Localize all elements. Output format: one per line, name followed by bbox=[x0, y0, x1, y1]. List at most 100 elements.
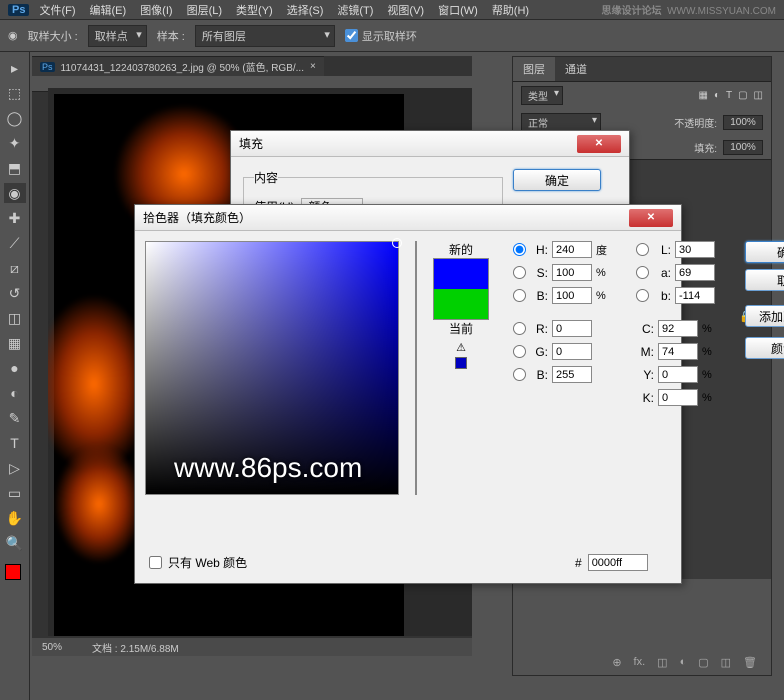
a-field[interactable] bbox=[675, 264, 715, 281]
menu-type[interactable]: 类型(Y) bbox=[236, 2, 273, 18]
menu-window[interactable]: 窗口(W) bbox=[438, 2, 478, 18]
fill-dialog-close[interactable]: ✕ bbox=[577, 135, 621, 153]
close-tab-icon[interactable]: × bbox=[310, 61, 316, 72]
group-icon[interactable]: ▢ bbox=[698, 656, 708, 669]
brush-tool[interactable]: ⟋ bbox=[4, 233, 26, 253]
web-colors-checkbox[interactable]: 只有 Web 颜色 bbox=[149, 554, 247, 571]
blur-tool[interactable]: ● bbox=[4, 358, 26, 378]
forum-name: 思缘设计论坛 bbox=[602, 6, 662, 17]
zoom-tool[interactable]: 🔍 bbox=[4, 533, 26, 553]
c-field[interactable] bbox=[658, 320, 698, 337]
gradient-tool[interactable]: ▦ bbox=[4, 333, 26, 353]
fx-icon[interactable]: fx. bbox=[634, 656, 646, 669]
h-radio[interactable] bbox=[513, 243, 526, 256]
eraser-tool[interactable]: ◫ bbox=[4, 308, 26, 328]
adjustment-icon[interactable]: ◐ bbox=[680, 656, 687, 669]
pen-tool[interactable]: ✎ bbox=[4, 408, 26, 428]
app-logo: Ps bbox=[8, 4, 29, 16]
hue-slider[interactable] bbox=[415, 241, 417, 495]
link-layers-icon[interactable]: ⊕ bbox=[612, 656, 621, 669]
filter-adjust-icon[interactable]: ◐ bbox=[714, 90, 720, 101]
color-swatches[interactable] bbox=[5, 564, 25, 584]
filter-kind-select[interactable]: 类型 bbox=[521, 86, 563, 105]
picker-ok-button[interactable]: 确定 bbox=[745, 241, 784, 263]
type-tool[interactable]: T bbox=[4, 433, 26, 453]
mask-icon[interactable]: ◫ bbox=[657, 656, 667, 669]
tab-layers[interactable]: 图层 bbox=[513, 57, 555, 81]
tab-channels[interactable]: 通道 bbox=[555, 57, 597, 81]
menu-filter[interactable]: 滤镜(T) bbox=[337, 2, 373, 18]
opacity-value[interactable]: 100% bbox=[723, 115, 763, 130]
menu-edit[interactable]: 编辑(E) bbox=[90, 2, 127, 18]
filter-type-icon[interactable]: T bbox=[726, 90, 732, 101]
current-color-swatch bbox=[434, 289, 488, 319]
wand-tool[interactable]: ✦ bbox=[4, 133, 26, 153]
menu-select[interactable]: 选择(S) bbox=[287, 2, 324, 18]
gamut-color-icon[interactable] bbox=[455, 357, 467, 369]
dodge-tool[interactable]: ◐ bbox=[4, 383, 26, 403]
filter-smart-icon[interactable]: ◫ bbox=[754, 90, 763, 101]
stamp-tool[interactable]: ⧄ bbox=[4, 258, 26, 278]
show-ring-checkbox[interactable]: 显示取样环 bbox=[345, 28, 417, 44]
trash-icon[interactable]: 🗑 bbox=[743, 656, 757, 669]
move-tool[interactable]: ▸ bbox=[4, 58, 26, 78]
color-picker-close[interactable]: ✕ bbox=[629, 209, 673, 227]
lab-b-field[interactable] bbox=[675, 287, 715, 304]
g-field[interactable] bbox=[552, 343, 592, 360]
s-radio[interactable] bbox=[513, 266, 526, 279]
zoom-level[interactable]: 50% bbox=[42, 642, 62, 653]
l-radio[interactable] bbox=[636, 243, 649, 256]
hand-tool[interactable]: ✋ bbox=[4, 508, 26, 528]
h-field[interactable] bbox=[552, 241, 592, 258]
document-tab[interactable]: Ps11074431_122403780263_2.jpg @ 50% (蓝色,… bbox=[32, 56, 324, 76]
m-field[interactable] bbox=[658, 343, 698, 360]
color-picker-title: 拾色器（填充颜色） bbox=[143, 209, 629, 226]
tools-panel: ▸ ⬚ ◯ ✦ ⬒ ◉ ✚ ⟋ ⧄ ↺ ◫ ▦ ● ◐ ✎ T ▷ ▭ ✋ 🔍 bbox=[0, 52, 30, 700]
b-radio[interactable] bbox=[513, 289, 526, 302]
status-bar: 50% 文档 : 2.15M/6.88M bbox=[32, 638, 472, 656]
fill-ok-button[interactable]: 确定 bbox=[513, 169, 601, 191]
b-field[interactable] bbox=[552, 287, 592, 304]
color-libraries-button[interactable]: 颜色库 bbox=[745, 337, 784, 359]
filter-pixel-icon[interactable]: ▦ bbox=[698, 90, 707, 101]
filter-shape-icon[interactable]: ▢ bbox=[738, 90, 747, 101]
menu-view[interactable]: 视图(V) bbox=[387, 2, 424, 18]
b2-radio[interactable] bbox=[513, 368, 526, 381]
crop-tool[interactable]: ⬒ bbox=[4, 158, 26, 178]
menu-file[interactable]: 文件(F) bbox=[39, 2, 75, 18]
color-field[interactable] bbox=[145, 241, 399, 495]
menu-image[interactable]: 图像(I) bbox=[140, 2, 172, 18]
sample-size-select[interactable]: 取样点 bbox=[88, 25, 147, 47]
color-picker-cursor bbox=[392, 238, 402, 248]
picker-cancel-button[interactable]: 取消 bbox=[745, 269, 784, 291]
b2-field[interactable] bbox=[552, 366, 592, 383]
marquee-tool[interactable]: ⬚ bbox=[4, 83, 26, 103]
lasso-tool[interactable]: ◯ bbox=[4, 108, 26, 128]
sample-layers-select[interactable]: 所有图层 bbox=[195, 25, 335, 47]
menu-help[interactable]: 帮助(H) bbox=[492, 2, 529, 18]
fill-value[interactable]: 100% bbox=[723, 140, 763, 155]
y-field[interactable] bbox=[658, 366, 698, 383]
new-color-label: 新的 bbox=[449, 241, 473, 258]
l-field[interactable] bbox=[675, 241, 715, 258]
r-field[interactable] bbox=[552, 320, 592, 337]
shape-tool[interactable]: ▭ bbox=[4, 483, 26, 503]
r-radio[interactable] bbox=[513, 322, 526, 335]
menu-bar: Ps 文件(F) 编辑(E) 图像(I) 图层(L) 类型(Y) 选择(S) 滤… bbox=[0, 0, 784, 20]
k-field[interactable] bbox=[658, 389, 698, 406]
g-radio[interactable] bbox=[513, 345, 526, 358]
current-color-label: 当前 bbox=[449, 320, 473, 337]
s-field[interactable] bbox=[552, 264, 592, 281]
gamut-warning-icon[interactable]: ⚠ bbox=[456, 341, 466, 354]
lab-b-radio[interactable] bbox=[636, 289, 649, 302]
path-select-tool[interactable]: ▷ bbox=[4, 458, 26, 478]
add-swatch-button[interactable]: 添加到色板 bbox=[745, 305, 784, 327]
hex-field[interactable] bbox=[588, 554, 648, 571]
eyedropper-tool[interactable]: ◉ bbox=[4, 183, 26, 203]
history-brush-tool[interactable]: ↺ bbox=[4, 283, 26, 303]
new-layer-icon[interactable]: ◫ bbox=[721, 656, 731, 669]
options-bar: ◉ 取样大小 : 取样点 样本 : 所有图层 显示取样环 bbox=[0, 20, 784, 52]
menu-layer[interactable]: 图层(L) bbox=[187, 2, 222, 18]
heal-tool[interactable]: ✚ bbox=[4, 208, 26, 228]
a-radio[interactable] bbox=[636, 266, 649, 279]
